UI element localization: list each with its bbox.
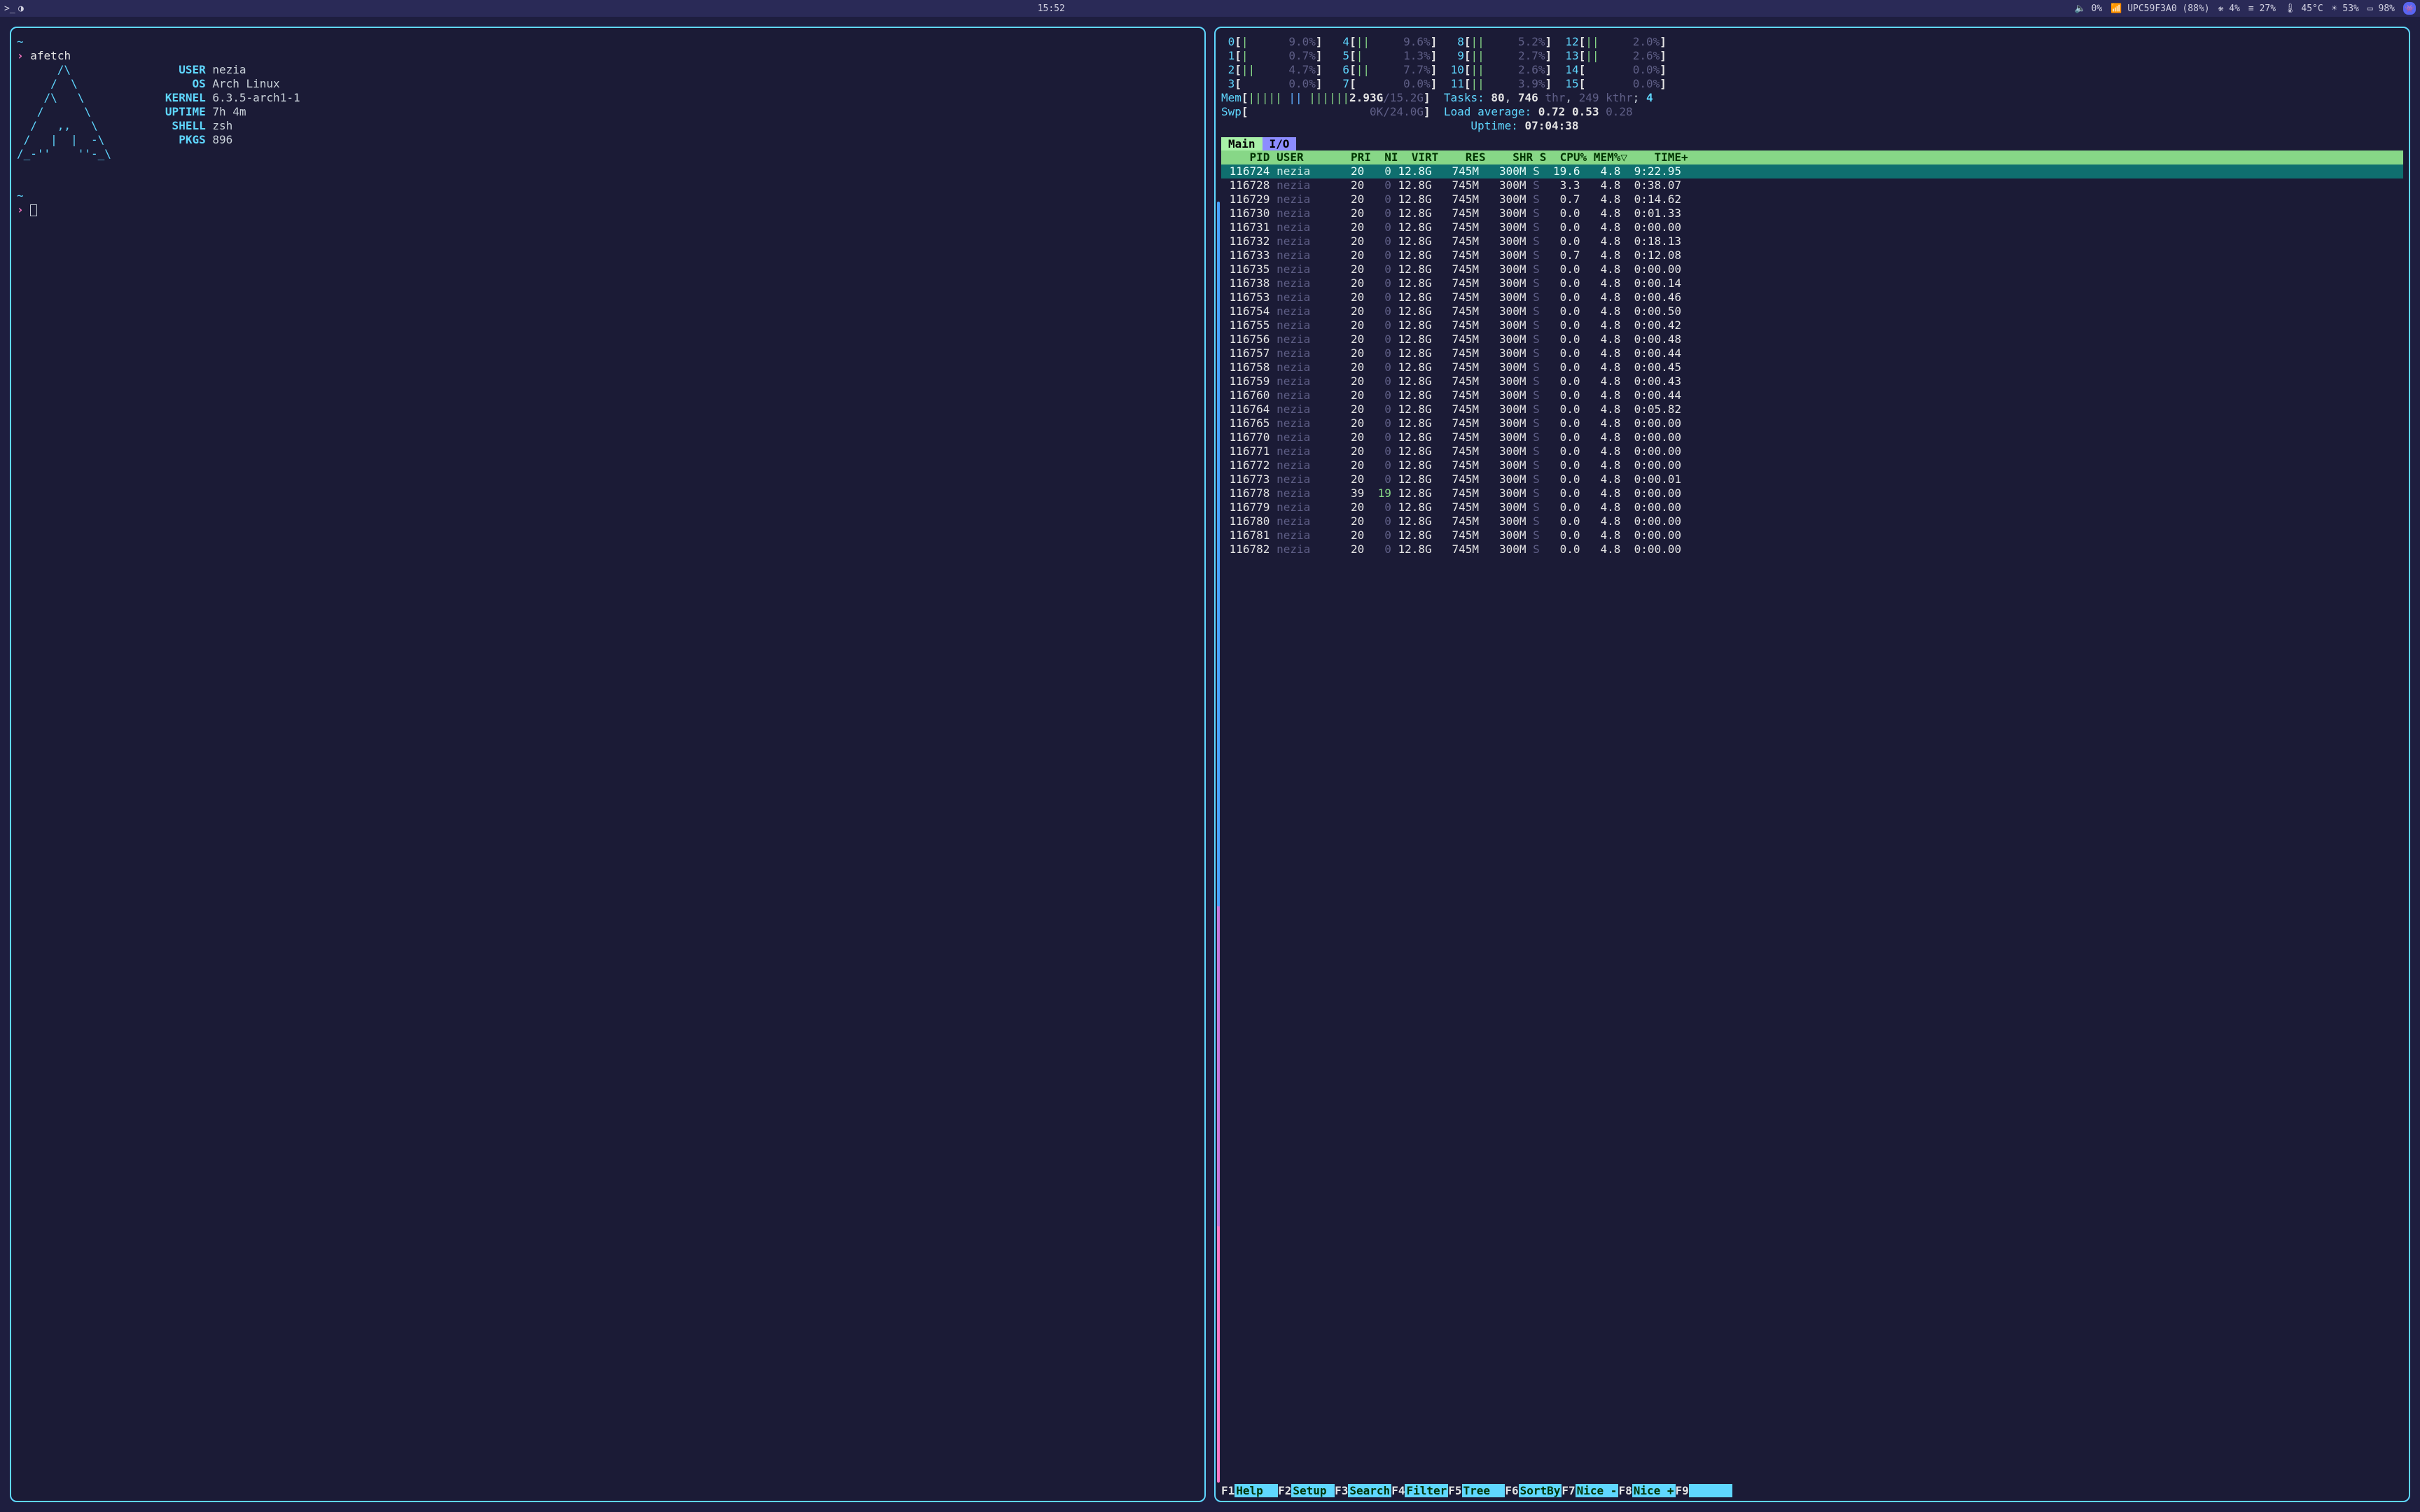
process-row[interactable]: 116757 nezia 20 0 12.8G 745M 300M S 0.0 … bbox=[1221, 346, 2403, 360]
process-row[interactable]: 116758 nezia 20 0 12.8G 745M 300M S 0.0 … bbox=[1221, 360, 2403, 374]
process-row[interactable]: 116773 nezia 20 0 12.8G 745M 300M S 0.0 … bbox=[1221, 472, 2403, 486]
process-row[interactable]: 116735 nezia 20 0 12.8G 745M 300M S 0.0 … bbox=[1221, 262, 2403, 276]
process-header[interactable]: PID USER PRI NI VIRT RES SHR S CPU% MEM%… bbox=[1221, 150, 2403, 164]
tab-main[interactable]: Main bbox=[1221, 137, 1263, 150]
process-list[interactable]: 116724 nezia 20 0 12.8G 745M 300M S 19.6… bbox=[1221, 164, 2403, 1498]
process-row[interactable]: 116738 nezia 20 0 12.8G 745M 300M S 0.0 … bbox=[1221, 276, 2403, 290]
process-row[interactable]: 116755 nezia 20 0 12.8G 745M 300M S 0.0 … bbox=[1221, 318, 2403, 332]
terminal-pane-right[interactable]: 0[| 9.0%] 4[|| 9.6%] 8[|| 5.2%] 12[|| 2.… bbox=[1214, 27, 2410, 1502]
menu-indicator[interactable]: ≡ 27% bbox=[2248, 4, 2276, 14]
process-row[interactable]: 116756 nezia 20 0 12.8G 745M 300M S 0.0 … bbox=[1221, 332, 2403, 346]
gear-indicator[interactable]: ❋ 4% bbox=[2218, 4, 2240, 14]
process-row[interactable]: 116782 nezia 20 0 12.8G 745M 300M S 0.0 … bbox=[1221, 542, 2403, 556]
process-row[interactable]: 116760 nezia 20 0 12.8G 745M 300M S 0.0 … bbox=[1221, 388, 2403, 402]
terminal-pane-left[interactable]: ~ › afetch /\ USER nezia / \ OS Arch Lin… bbox=[10, 27, 1206, 1502]
process-row[interactable]: 116764 nezia 20 0 12.8G 745M 300M S 0.0 … bbox=[1221, 402, 2403, 416]
scroll-gutter bbox=[1217, 202, 1220, 1483]
temp-indicator[interactable]: 🌡 45°C bbox=[2284, 4, 2323, 14]
process-row[interactable]: 116771 nezia 20 0 12.8G 745M 300M S 0.0 … bbox=[1221, 444, 2403, 458]
process-row[interactable]: 116772 nezia 20 0 12.8G 745M 300M S 0.0 … bbox=[1221, 458, 2403, 472]
battery-indicator[interactable]: ▭ 98% bbox=[2367, 4, 2395, 14]
process-row[interactable]: 116732 nezia 20 0 12.8G 745M 300M S 0.0 … bbox=[1221, 234, 2403, 248]
brightness-indicator[interactable]: ☀ 53% bbox=[2332, 4, 2359, 14]
clock: 15:52 bbox=[1038, 4, 1065, 14]
obs-icon[interactable]: ◑ bbox=[18, 4, 28, 14]
process-row[interactable]: 116778 nezia 39 19 12.8G 745M 300M S 0.0… bbox=[1221, 486, 2403, 500]
process-row[interactable]: 116733 nezia 20 0 12.8G 745M 300M S 0.7 … bbox=[1221, 248, 2403, 262]
process-row[interactable]: 116759 nezia 20 0 12.8G 745M 300M S 0.0 … bbox=[1221, 374, 2403, 388]
process-row[interactable]: 116781 nezia 20 0 12.8G 745M 300M S 0.0 … bbox=[1221, 528, 2403, 542]
tab-io[interactable]: I/O bbox=[1263, 137, 1297, 150]
process-row[interactable]: 116731 nezia 20 0 12.8G 745M 300M S 0.0 … bbox=[1221, 220, 2403, 234]
htop-tabs: MainI/O bbox=[1221, 137, 2403, 150]
discord-icon[interactable]: 👾 bbox=[2403, 2, 2416, 15]
process-row[interactable]: 116724 nezia 20 0 12.8G 745M 300M S 19.6… bbox=[1221, 164, 2403, 178]
process-row[interactable]: 116765 nezia 20 0 12.8G 745M 300M S 0.0 … bbox=[1221, 416, 2403, 430]
process-row[interactable]: 116770 nezia 20 0 12.8G 745M 300M S 0.0 … bbox=[1221, 430, 2403, 444]
process-row[interactable]: 116779 nezia 20 0 12.8G 745M 300M S 0.0 … bbox=[1221, 500, 2403, 514]
process-row[interactable]: 116753 nezia 20 0 12.8G 745M 300M S 0.0 … bbox=[1221, 290, 2403, 304]
htop-meters: 0[| 9.0%] 4[|| 9.6%] 8[|| 5.2%] 12[|| 2.… bbox=[1221, 35, 2403, 133]
process-row[interactable]: 116730 nezia 20 0 12.8G 745M 300M S 0.0 … bbox=[1221, 206, 2403, 220]
process-row[interactable]: 116754 nezia 20 0 12.8G 745M 300M S 0.0 … bbox=[1221, 304, 2403, 318]
process-row[interactable]: 116729 nezia 20 0 12.8G 745M 300M S 0.7 … bbox=[1221, 192, 2403, 206]
wifi-indicator[interactable]: 📶 UPC59F3A0 (88%) bbox=[2110, 4, 2209, 14]
process-row[interactable]: 116728 nezia 20 0 12.8G 745M 300M S 3.3 … bbox=[1221, 178, 2403, 192]
volume-indicator[interactable]: 🔈 0% bbox=[2075, 4, 2103, 14]
shell-output: ~ › afetch /\ USER nezia / \ OS Arch Lin… bbox=[17, 35, 1199, 217]
htop-function-keys[interactable]: F1Help F2Setup F3SearchF4FilterF5Tree F6… bbox=[1221, 1484, 2403, 1498]
terminal-icon[interactable]: >_ bbox=[4, 4, 14, 14]
process-row[interactable]: 116780 nezia 20 0 12.8G 745M 300M S 0.0 … bbox=[1221, 514, 2403, 528]
top-status-bar: >_ ◑ 15:52 🔈 0% 📶 UPC59F3A0 (88%) ❋ 4% ≡… bbox=[0, 0, 2420, 17]
